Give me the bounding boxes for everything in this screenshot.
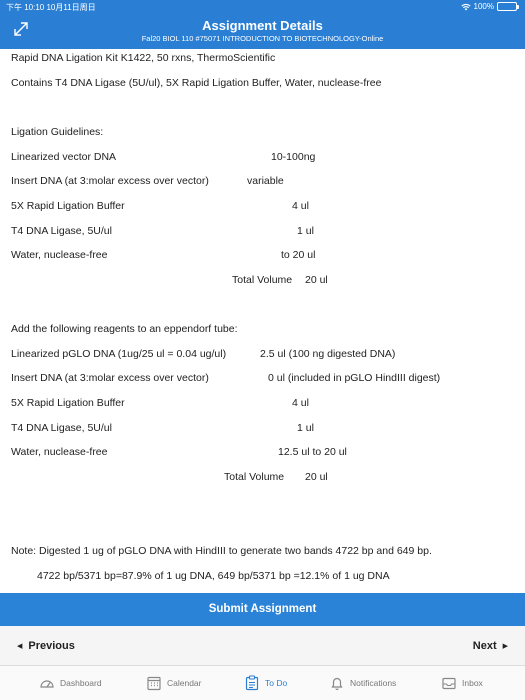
tab-dashboard[interactable]: Dashboard [39,666,102,700]
app-header: 下午 10:10 10月11日周日 100% Assignment Detail… [0,0,525,49]
previous-button[interactable]: ◀ Previous [17,640,75,652]
bottom-tab-bar: Dashboard Calendar To Do Notifications I… [0,666,525,700]
total-volume-value: 20 ul [305,471,328,483]
guideline-label: Water, nuclease-free [11,249,108,261]
previous-label: Previous [28,640,75,652]
tab-label: To Do [265,678,288,688]
reagent-label: Water, nuclease-free [11,446,108,458]
battery-icon [497,2,519,11]
reagent-value: 4 ul [292,397,309,409]
contains-line: Contains T4 DNA Ligase (5U/ul), 5X Rapid… [11,77,382,89]
guideline-value: variable [247,175,284,187]
kit-line: Rapid DNA Ligation Kit K1422, 50 rxns, T… [11,52,276,64]
reagent-label: 5X Rapid Ligation Buffer [11,397,125,409]
tab-notifications[interactable]: Notifications [329,666,396,700]
guideline-label: Insert DNA (at 3:molar excess over vecto… [11,175,209,187]
guideline-label: T4 DNA Ligase, 5U/ul [11,225,112,237]
reagent-label: T4 DNA Ligase, 5U/ul [11,422,112,434]
total-volume-value: 20 ul [305,274,328,286]
tab-label: Notifications [350,678,397,688]
guideline-value: 4 ul [292,200,309,212]
note-calculation: 4722 bp/5371 bp=87.9% of 1 ug DNA, 649 b… [37,570,390,582]
reagent-value: 1 ul [297,422,314,434]
next-button[interactable]: Next ▶ [473,640,508,652]
status-time: 下午 10:10 10月11日周日 [6,3,96,12]
reagent-label: Insert DNA (at 3:molar excess over vecto… [11,372,209,384]
tab-todo[interactable]: To Do [244,666,287,700]
reagent-value: 0 ul (included in pGLO HindIII digest) [268,372,441,384]
guidelines-title: Ligation Guidelines: [11,126,104,138]
dashboard-icon [40,680,54,688]
status-indicators: 100% [460,2,519,11]
reagent-value: 12.5 ul to 20 ul [278,446,347,458]
guideline-label: 5X Rapid Ligation Buffer [11,200,125,212]
todo-icon [245,675,259,691]
bell-icon [331,677,343,691]
triangle-right-icon: ▶ [502,643,508,650]
total-volume-label: Total Volume [232,274,293,286]
course-subtitle: Fal20 BIOL 110 #75071 INTRODUCTION TO BI… [141,34,384,43]
calendar-icon [147,676,161,691]
next-label: Next [472,640,497,652]
reagent-label: Linearized pGLO DNA (1ug/25 ul = 0.04 ug… [11,348,227,360]
tab-calendar[interactable]: Calendar [146,666,202,700]
tab-label: Inbox [462,678,483,688]
reagent-value: 2.5 ul (100 ng digested DNA) [260,348,396,360]
guideline-value: 10-100ng [271,151,316,163]
note-text: Note: Digested 1 ug of pGLO DNA with Hin… [11,545,432,557]
reagents-title: Add the following reagents to an eppendo… [11,323,238,335]
page-title: Assignment Details [202,18,323,33]
guideline-value: to 20 ul [281,249,316,261]
guideline-value: 1 ul [297,225,314,237]
tab-inbox[interactable]: Inbox [441,666,483,700]
battery-percent: 100% [473,2,494,11]
triangle-left-icon: ◀ [17,643,23,650]
wifi-icon [460,3,471,10]
total-volume-label: Total Volume [224,471,285,483]
guideline-label: Linearized vector DNA [11,151,117,163]
tab-label: Calendar [167,678,202,688]
pagination-bar: ◀ Previous Next ▶ [0,626,525,666]
tab-label: Dashboard [60,678,102,688]
status-bar: 下午 10:10 10月11日周日 100% [0,0,525,14]
submit-assignment-button[interactable]: Submit Assignment [0,593,525,626]
inbox-icon [442,677,456,690]
